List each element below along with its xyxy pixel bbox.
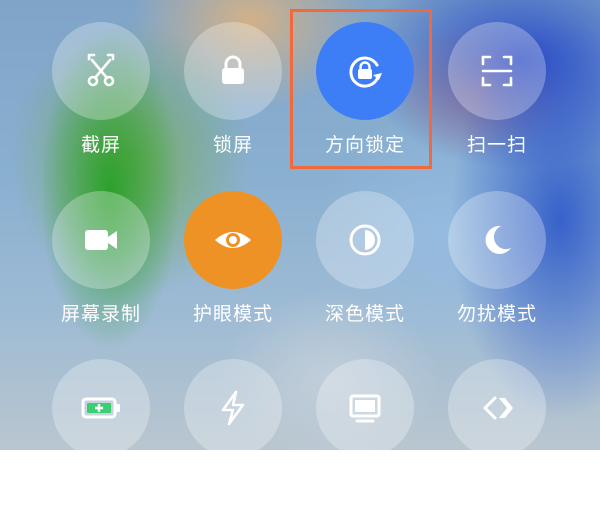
tile-screen-record[interactable]: 屏幕录制	[35, 191, 167, 351]
tile-performance[interactable]	[167, 359, 299, 519]
scan-button[interactable]	[448, 22, 546, 120]
tile-screen-cast[interactable]	[299, 359, 431, 519]
tile-shortcut[interactable]	[431, 359, 563, 519]
screen-record-button[interactable]	[52, 191, 150, 289]
eye-icon	[215, 232, 251, 248]
scan-icon	[481, 55, 513, 87]
tile-label: 锁屏	[212, 134, 253, 156]
do-not-disturb-button[interactable]	[448, 191, 546, 289]
screenshot-button[interactable]	[52, 22, 150, 120]
tile-label: 护眼模式	[192, 303, 273, 325]
highlight-box	[290, 9, 432, 169]
tile-eye-protection[interactable]: 护眼模式	[167, 191, 299, 351]
battery-saver-icon	[81, 397, 120, 419]
lock-screen-button[interactable]	[184, 22, 282, 120]
lightning-icon	[221, 390, 245, 426]
screenshot-icon	[87, 53, 115, 87]
battery-saver-button[interactable]	[52, 359, 150, 457]
tile-battery-saver[interactable]	[35, 359, 167, 519]
dark-mode-button[interactable]	[316, 191, 414, 289]
screen-cast-button[interactable]	[316, 359, 414, 457]
shortcut-button[interactable]	[448, 359, 546, 457]
code-brackets-icon	[483, 396, 513, 420]
lock-icon	[222, 55, 244, 84]
performance-button[interactable]	[184, 359, 282, 457]
tile-lock-screen[interactable]: 锁屏	[167, 22, 299, 182]
tile-do-not-disturb[interactable]: 勿扰模式	[431, 191, 563, 351]
tile-label: 屏幕录制	[60, 303, 141, 325]
tile-label: 深色模式	[324, 303, 405, 325]
eye-protection-button[interactable]	[184, 191, 282, 289]
tile-scan[interactable]: 扫一扫	[431, 22, 563, 182]
dark-mode-icon	[349, 224, 381, 256]
tile-label: 勿扰模式	[456, 303, 537, 325]
tile-label: 扫一扫	[466, 134, 527, 156]
tile-label: 截屏	[80, 134, 121, 156]
moon-icon	[485, 225, 511, 254]
monitor-icon	[349, 394, 381, 423]
screen-record-icon	[85, 230, 117, 250]
tile-screenshot[interactable]: 截屏	[35, 22, 167, 182]
tile-dark-mode[interactable]: 深色模式	[299, 191, 431, 351]
